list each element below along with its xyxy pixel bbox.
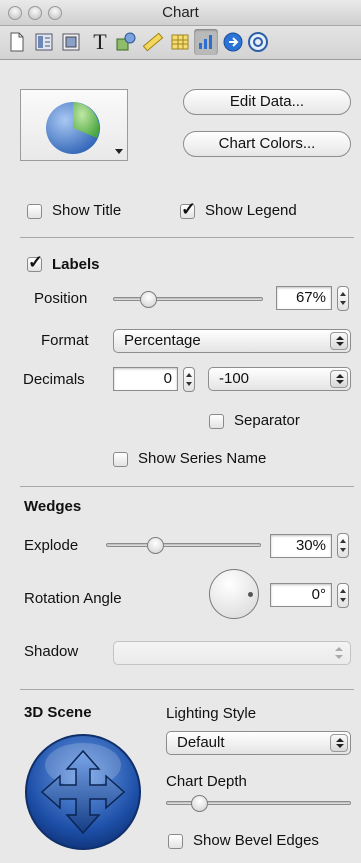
rotation-angle-field[interactable]: 0° [270,583,332,607]
popup-arrows-icon [330,644,348,662]
explode-slider[interactable] [106,543,261,547]
position-label: Position [34,290,88,307]
decimals-stepper[interactable] [183,367,195,392]
divider [20,237,354,238]
show-legend-checkbox[interactable]: ✓ [180,199,196,219]
divider [20,486,354,487]
explode-label: Explode [24,537,79,554]
show-bevel-edges-label: Show Bevel Edges [193,832,319,849]
separator-checkbox[interactable] [209,414,224,429]
dial-indicator-icon [248,592,253,597]
lighting-style-value: Default [177,734,225,751]
lighting-style-label: Lighting Style [166,705,257,722]
wrap-icon[interactable] [59,29,83,55]
labels-heading: Labels [52,256,100,273]
metrics-icon[interactable] [141,29,165,55]
quicktime-icon[interactable] [246,29,270,55]
edit-data-button[interactable]: Edit Data... [183,89,351,115]
explode-stepper[interactable] [337,533,349,558]
chart-depth-slider-knob[interactable] [191,795,209,812]
show-series-name-checkbox[interactable] [113,452,128,467]
format-label: Format [41,332,89,349]
chart-depth-label: Chart Depth [166,773,247,790]
negative-format-popup[interactable]: -100 [208,367,351,391]
inspector-toolbar: T [0,26,361,60]
wedges-heading: Wedges [24,498,82,515]
format-popup-value: Percentage [124,332,201,349]
pie-chart-icon [46,102,100,154]
shadow-popup[interactable] [113,641,351,665]
table-icon[interactable] [168,29,192,55]
divider [20,689,354,690]
chart-colors-button[interactable]: Chart Colors... [183,131,351,157]
explode-field[interactable]: 30% [270,534,332,558]
rotation-angle-label: Rotation Angle [24,590,122,607]
popup-arrows-icon [330,370,348,388]
separator-label: Separator [234,412,300,429]
decimals-field[interactable]: 0 [113,367,178,391]
position-field[interactable]: 67% [276,286,332,310]
move-arrows-icon [25,734,141,850]
text-icon[interactable]: T [88,29,112,55]
show-title-label: Show Title [52,202,122,219]
labels-checkbox[interactable]: ✓ [27,252,43,272]
explode-slider-knob[interactable] [147,537,165,554]
show-legend-label: Show Legend [205,202,297,219]
link-icon[interactable] [221,29,245,55]
position-slider[interactable] [113,297,263,301]
show-bevel-edges-checkbox[interactable] [168,834,183,849]
rotation-angle-stepper[interactable] [337,583,349,608]
title-bar: Chart [0,0,361,26]
document-icon[interactable] [5,29,29,55]
chart-type-menu-arrow-icon [115,149,123,154]
shadow-label: Shadow [24,643,79,660]
negative-format-value: -100 [219,370,250,387]
format-popup[interactable]: Percentage [113,329,351,353]
rotation-angle-dial[interactable] [209,569,259,619]
popup-arrows-icon [330,332,348,350]
chart-type-well[interactable] [20,89,128,161]
position-slider-knob[interactable] [139,291,157,308]
3d-scene-heading: 3D Scene [24,704,92,721]
popup-arrows-icon [330,734,348,752]
lighting-style-popup[interactable]: Default [166,731,351,755]
chart-icon[interactable] [194,29,218,55]
3d-scene-rotation-control[interactable] [24,733,142,851]
layout-icon[interactable] [32,29,56,55]
window-title: Chart [162,4,199,21]
position-stepper[interactable] [337,286,349,311]
graphic-icon[interactable] [114,29,138,55]
chart-inspector-panel: Edit Data... Chart Colors... Show Title … [0,61,361,863]
decimals-label: Decimals [23,371,85,388]
show-title-checkbox[interactable] [27,204,42,219]
show-series-name-label: Show Series Name [138,450,267,467]
